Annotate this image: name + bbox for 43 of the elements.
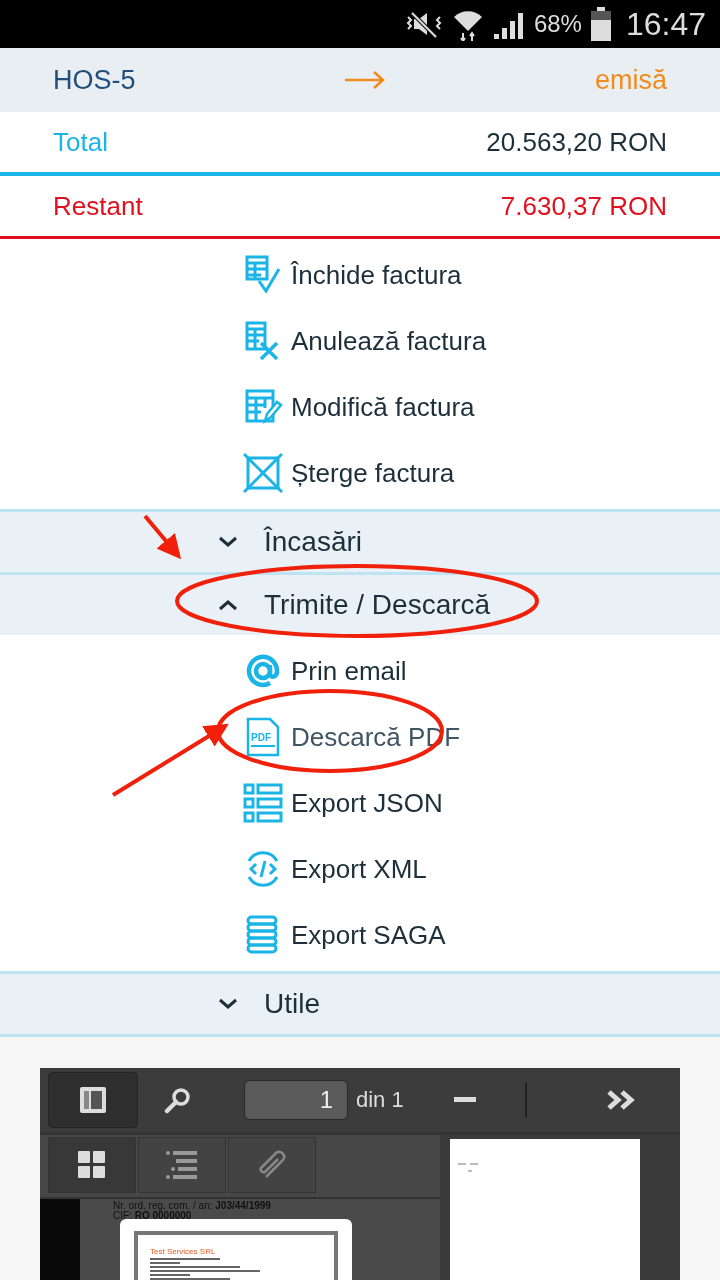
crossed-box-icon [243,453,283,493]
chevron-up-icon [218,599,238,611]
double-chevron-icon[interactable] [605,1089,636,1111]
clock-time: 16:47 [625,5,706,43]
section-header[interactable]: Trimite / Descarcă [0,572,720,635]
menu-item[interactable]: Modifică factura [0,374,720,440]
list-icon [166,1150,198,1180]
table-check-icon [243,255,283,295]
list-grid-icon [243,783,283,823]
page-number-field[interactable]: 1 [244,1080,348,1120]
attachments-tab[interactable] [228,1137,316,1193]
menu-item[interactable]: Export JSON [0,770,720,836]
battery-percent: 68% [533,10,582,38]
zoom-out-icon[interactable] [453,1097,476,1103]
outline-tab[interactable] [138,1137,226,1193]
menu-item[interactable]: Export XML [0,836,720,902]
total-value: 20.563,20 RON [486,126,667,158]
search-icon[interactable] [164,1086,192,1114]
menu-item[interactable]: Anulează factura [0,308,720,374]
invoice-number: HOS-5 [53,64,136,96]
chevron-down-icon [218,536,238,548]
page-thumbnail[interactable]: Test Services SRL [120,1219,352,1280]
menu-item[interactable]: Export SAGA [0,902,720,968]
total-label: Restant [53,190,143,222]
menu-item[interactable]: Prin email [0,638,720,704]
thumbnails-tab[interactable] [48,1137,136,1193]
arrow-icon [344,70,387,90]
section-header[interactable]: Utile [0,971,720,1034]
document-text: CIF: RO 0000000 [113,1211,193,1221]
battery-icon [589,7,612,41]
annotation-arrow [143,514,182,560]
thumbnail-title: Test Services SRL [150,1247,217,1256]
total-label: Total [53,126,108,158]
menu-item[interactable]: Închide factura [0,242,720,308]
sidebar-toggle-button[interactable] [48,1072,138,1128]
menu-item[interactable]: Șterge factura [0,440,720,506]
chevron-down-icon [218,998,238,1010]
invoice-status: emisă [594,64,667,96]
total-value: 7.630,37 RON [500,190,667,222]
sidebar-icon [79,1086,107,1114]
grid-icon [77,1150,107,1180]
section-header[interactable]: Încasări [0,509,720,572]
page-count: din 1 [356,1087,404,1113]
